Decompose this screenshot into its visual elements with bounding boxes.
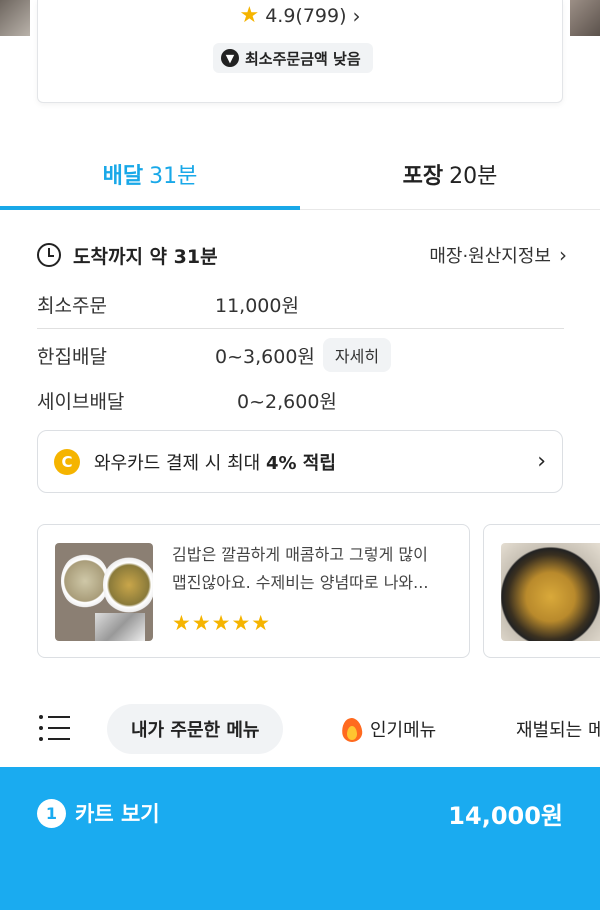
chevron-right-icon: ›	[537, 449, 546, 474]
review-card[interactable]	[483, 524, 600, 658]
delivery-detail-button[interactable]: 자세히	[322, 338, 392, 372]
chip-trending-menu[interactable]: 재벌되는 메	[516, 704, 600, 754]
store-info-label: 매장·원산지정보	[429, 246, 551, 267]
view-cart-button[interactable]: 1 카트 보기 14,000원	[0, 767, 600, 910]
min-order-label: 최소주문	[37, 294, 107, 317]
promo-text-main: 와우카드 결제 시 최대	[94, 452, 266, 474]
foil-image	[95, 613, 145, 641]
coin-icon: C	[54, 448, 80, 475]
clock-icon	[37, 243, 61, 267]
save-delivery-row: 세이브배달 0~2,600원	[37, 385, 567, 415]
arrival-row: 도착까지 약 31분 매장·원산지정보 ›	[37, 240, 567, 270]
tab-delivery[interactable]: 배달 31분	[0, 140, 300, 210]
min-order-value: 11,000원	[215, 294, 299, 317]
delivery-fee-label: 한집배달	[37, 345, 107, 368]
chip-popular-menu[interactable]: 인기메뉴	[342, 704, 436, 754]
active-tab-indicator	[0, 206, 300, 210]
arrival-time: 도착까지 약 31분	[73, 245, 218, 268]
store-summary-card: ★ 4.9(799) › ▼ 최소주문금액 낮음	[37, 0, 563, 103]
menu-category-bar: 내가 주문한 메뉴 인기메뉴 재벌되는 메	[0, 700, 600, 758]
tab-pickup-label: 포장	[402, 164, 444, 189]
review-text: 김밥은 깔끔하게 매콤하고 그렇게 많이 맵진않아요. 수제비는 양념따로 나와…	[172, 541, 457, 597]
store-photo-right	[570, 0, 600, 36]
review-photo	[55, 543, 153, 641]
review-stars: ★★★★★	[172, 611, 272, 635]
tab-pickup-time: 20분	[449, 164, 498, 189]
review-text-line: 맵진않아요. 수제비는 양념따로 나와...	[172, 573, 429, 592]
chevron-right-icon: ›	[352, 4, 361, 28]
store-rating: 4.9(799)	[265, 5, 347, 27]
promo-highlight: 4% 적립	[265, 452, 336, 474]
cart-total: 14,000원	[448, 802, 563, 830]
chip-popular-label: 인기메뉴	[370, 720, 437, 741]
star-icon: ★	[239, 3, 260, 28]
tab-delivery-time: 31분	[149, 164, 198, 189]
food-bowl-image	[61, 553, 109, 609]
store-info-link[interactable]: 매장·원산지정보 ›	[429, 240, 567, 270]
tab-pickup[interactable]: 포장 20분	[300, 140, 600, 210]
card-promo-banner[interactable]: C 와우카드 결제 시 최대 4% 적립 ›	[37, 430, 563, 493]
review-photo	[501, 543, 600, 641]
min-order-badge: ▼ 최소주문금액 낮음	[213, 43, 373, 73]
min-order-row: 최소주문 11,000원	[37, 289, 567, 319]
rating-link[interactable]: ★ 4.9(799) ›	[38, 4, 562, 28]
tab-delivery-label: 배달	[102, 164, 144, 189]
cart-count-badge: 1	[37, 799, 66, 828]
food-bowl-image	[103, 555, 153, 615]
save-delivery-label: 세이브배달	[37, 390, 125, 413]
store-photo-left	[0, 0, 30, 36]
cart-label: 카트 보기	[75, 802, 160, 826]
save-delivery-value: 0~2,600원	[237, 390, 337, 413]
review-card[interactable]: 김밥은 깔끔하게 매콤하고 그렇게 많이 맵진않아요. 수제비는 양념따로 나와…	[37, 524, 470, 658]
review-text-line: 김밥은 깔끔하게 매콤하고 그렇게 많이	[172, 545, 428, 564]
chevron-right-icon: ›	[559, 243, 567, 267]
delivery-fee-row: 한집배달 0~3,600원 자세히	[37, 338, 567, 372]
arrow-down-icon: ▼	[221, 49, 239, 67]
promo-text: 와우카드 결제 시 최대 4% 적립	[94, 449, 336, 475]
fire-icon	[342, 716, 362, 742]
menu-list-icon[interactable]	[39, 715, 71, 741]
chip-my-ordered-menu[interactable]: 내가 주문한 메뉴	[107, 704, 284, 754]
delivery-fee-value: 0~3,600원	[215, 345, 315, 368]
order-type-tabs: 배달 31분 포장 20분	[0, 140, 600, 210]
divider	[37, 328, 564, 329]
min-order-badge-label: 최소주문금액 낮음	[245, 49, 361, 68]
